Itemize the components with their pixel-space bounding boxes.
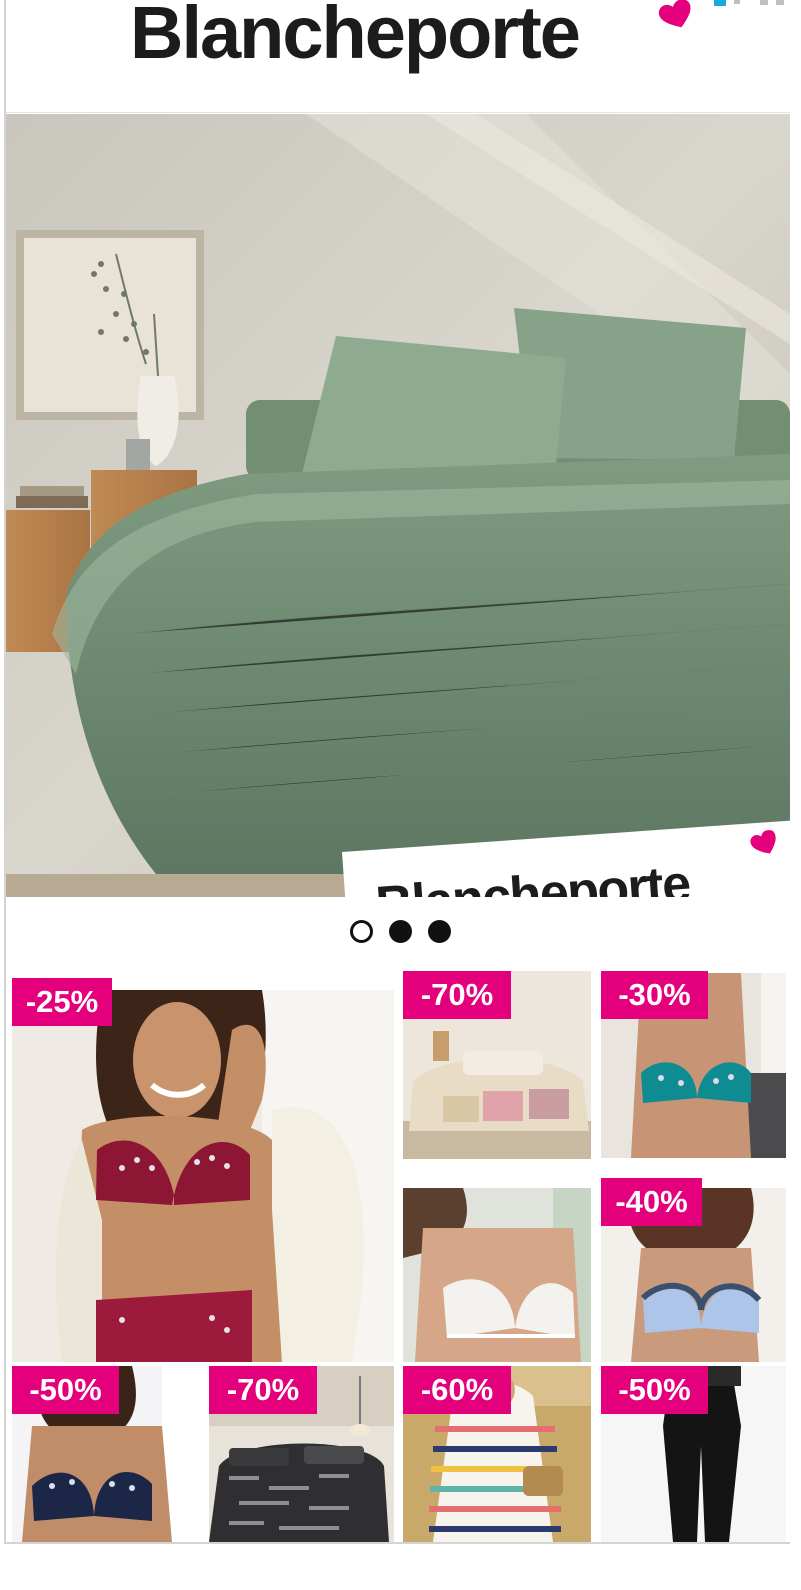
hero-banner[interactable]: Blancheporte: [6, 114, 790, 897]
product-tile-bra-burgundy[interactable]: [12, 990, 394, 1362]
discount-badge: -70%: [403, 971, 511, 1019]
product-image-bra-burgundy: [12, 990, 394, 1362]
heart-icon: [750, 829, 776, 854]
discount-badge: -50%: [12, 1366, 119, 1414]
carousel-dot-1[interactable]: [350, 920, 373, 943]
page-bottom-rule: [4, 1542, 790, 1544]
carousel-dot-2[interactable]: [389, 920, 412, 943]
discount-badge: -60%: [403, 1366, 511, 1414]
discount-badge: -25%: [12, 978, 112, 1026]
brand-logo[interactable]: Blancheporte: [130, 0, 581, 70]
discount-badge: -50%: [601, 1366, 708, 1414]
hero-bedroom-image: [6, 114, 790, 897]
corner-icon: [714, 0, 784, 6]
discount-badge: -70%: [209, 1366, 317, 1414]
discount-badge: -40%: [601, 1178, 702, 1226]
carousel-dot-3[interactable]: [428, 920, 451, 943]
site-header: Blancheporte: [6, 0, 790, 113]
product-tile-bra-white-lace[interactable]: [403, 1188, 591, 1362]
heart-icon: [658, 0, 691, 28]
hero-logo-text: Blancheporte: [373, 854, 692, 897]
product-image-bra-white-lace: [403, 1188, 591, 1362]
discount-badge: -30%: [601, 971, 708, 1019]
carousel-indicators: [350, 920, 460, 944]
